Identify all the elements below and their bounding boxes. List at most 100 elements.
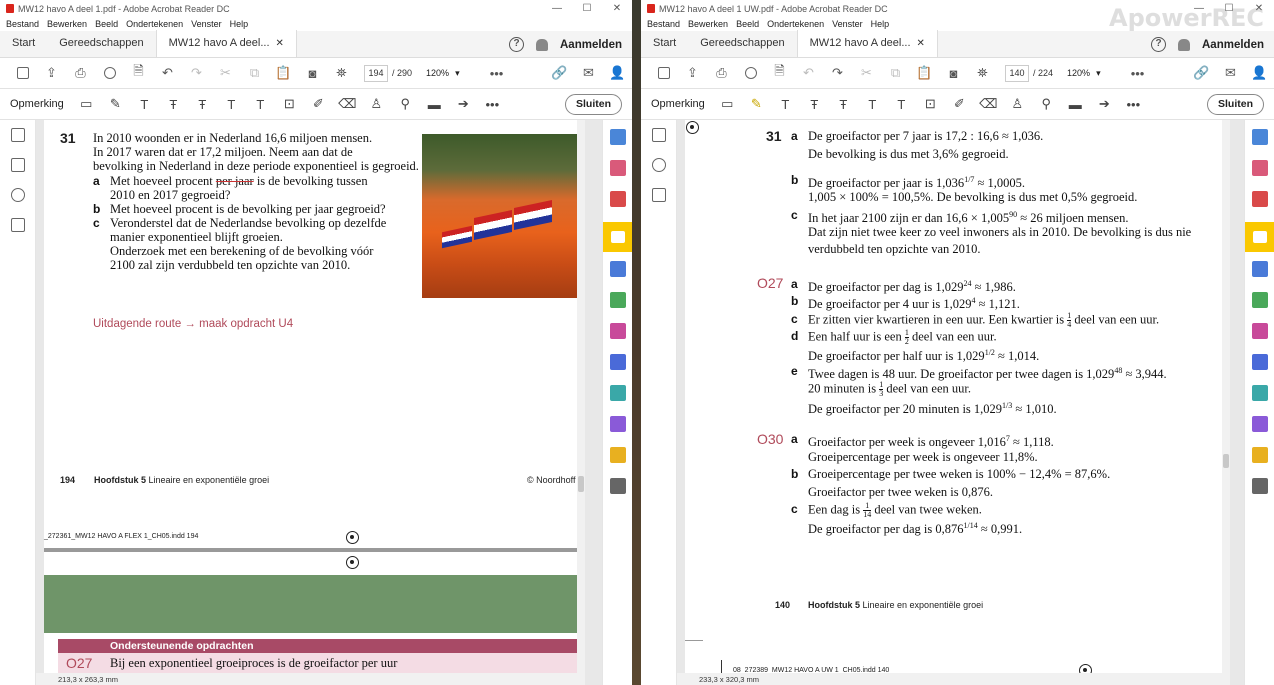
text-icon[interactable]: T xyxy=(771,94,800,114)
tab-tools[interactable]: Gereedschappen xyxy=(688,30,796,57)
save-icon[interactable] xyxy=(8,63,37,83)
paste-icon[interactable]: 📋 xyxy=(269,63,298,83)
link-icon[interactable]: 🔗 xyxy=(545,63,574,83)
mail-icon[interactable]: ✉ xyxy=(1216,63,1245,83)
compress-icon[interactable] xyxy=(609,385,626,401)
scroll-thumb[interactable] xyxy=(578,476,584,492)
maximize-icon[interactable]: ☐ xyxy=(1214,0,1244,17)
share-user-icon[interactable]: 👤 xyxy=(603,63,632,83)
menu-ondertekenen[interactable]: Ondertekenen xyxy=(126,19,183,29)
signin-button[interactable]: Aanmelden xyxy=(1202,39,1264,51)
eraser-icon[interactable]: ⌫ xyxy=(333,94,362,114)
menu-help[interactable]: Help xyxy=(871,19,890,29)
attach-icon[interactable]: ⚲ xyxy=(1032,94,1061,114)
bookmark-icon[interactable] xyxy=(10,158,25,172)
print-icon[interactable]: ⎙ xyxy=(66,63,95,83)
tab-document[interactable]: MW12 havo A deel... ✕ xyxy=(796,30,938,57)
cut-icon[interactable]: ✂ xyxy=(852,63,881,83)
layers-icon[interactable] xyxy=(651,188,666,202)
menu-ondertekenen[interactable]: Ondertekenen xyxy=(767,19,824,29)
more-icon[interactable]: ••• xyxy=(482,63,511,83)
sign-icon[interactable] xyxy=(1251,416,1268,432)
protect-icon[interactable] xyxy=(1251,354,1268,370)
copy-icon[interactable]: ⧉ xyxy=(881,63,910,83)
highlight-icon[interactable]: ✎ xyxy=(101,94,130,114)
right-vertical-scrollbar[interactable] xyxy=(1222,120,1230,685)
tab-start[interactable]: Start xyxy=(0,30,47,57)
copy-icon[interactable]: ⧉ xyxy=(240,63,269,83)
highlight-icon[interactable]: ✎ xyxy=(742,94,771,114)
replace-text-icon[interactable]: Ŧ xyxy=(188,94,217,114)
minimize-icon[interactable]: — xyxy=(1184,0,1214,17)
print-icon[interactable]: ⎙ xyxy=(707,63,736,83)
undo-icon[interactable]: ↶ xyxy=(794,63,823,83)
save-icon[interactable] xyxy=(649,63,678,83)
comment-tool-icon[interactable] xyxy=(603,222,632,252)
stamp-icon[interactable]: ♙ xyxy=(362,94,391,114)
more-icon[interactable]: ••• xyxy=(478,94,507,114)
strike-text-icon[interactable]: Ŧ xyxy=(159,94,188,114)
scan-icon[interactable] xyxy=(609,447,626,463)
tab-close-icon[interactable]: ✕ xyxy=(917,30,925,57)
more-icon[interactable]: ••• xyxy=(1119,94,1148,114)
excel-export-icon[interactable] xyxy=(609,292,626,308)
menu-bewerken[interactable]: Bewerken xyxy=(47,19,87,29)
typewriter-icon[interactable]: T xyxy=(887,94,916,114)
insert-text-icon[interactable]: T xyxy=(858,94,887,114)
file-search-icon[interactable]: 🗎 xyxy=(765,63,794,83)
more-tools-icon[interactable] xyxy=(609,478,626,494)
redo-icon[interactable]: ↷ xyxy=(823,63,852,83)
find-icon[interactable]: ⛯ xyxy=(327,63,356,83)
close-icon[interactable]: ✕ xyxy=(1244,0,1274,17)
tab-start[interactable]: Start xyxy=(641,30,688,57)
bell-icon[interactable] xyxy=(536,38,548,51)
menu-bestand[interactable]: Bestand xyxy=(647,19,680,29)
file-search-icon[interactable]: 🗎 xyxy=(124,63,153,83)
page-number-input[interactable]: 140 xyxy=(1005,64,1029,82)
tab-close-icon[interactable]: ✕ xyxy=(276,30,284,57)
close-comment-button[interactable]: Sluiten xyxy=(1206,94,1264,115)
pencil-icon[interactable]: ✐ xyxy=(945,94,974,114)
export-pdf-icon[interactable] xyxy=(609,129,626,145)
fill-sign-icon[interactable] xyxy=(609,323,626,339)
menu-bestand[interactable]: Bestand xyxy=(6,19,39,29)
compress-icon[interactable] xyxy=(1251,385,1268,401)
insert-text-icon[interactable]: T xyxy=(217,94,246,114)
create-pdf-icon[interactable] xyxy=(609,191,626,207)
tab-document[interactable]: MW12 havo A deel... ✕ xyxy=(155,30,297,57)
menu-bewerken[interactable]: Bewerken xyxy=(688,19,728,29)
pages-icon[interactable] xyxy=(651,128,666,142)
route-link[interactable]: Uitdagende route → maak opdracht U4 xyxy=(93,317,293,331)
export-pdf-icon[interactable] xyxy=(1251,129,1268,145)
tab-tools[interactable]: Gereedschappen xyxy=(47,30,155,57)
pages-icon[interactable] xyxy=(10,128,25,142)
search-icon[interactable] xyxy=(95,63,124,83)
close-icon[interactable]: ✕ xyxy=(602,0,632,17)
help-icon[interactable]: ? xyxy=(1151,37,1166,52)
close-comment-button[interactable]: Sluiten xyxy=(564,94,622,115)
find-icon[interactable]: ⛯ xyxy=(968,63,997,83)
menu-help[interactable]: Help xyxy=(230,19,249,29)
textbox-icon[interactable]: ⊡ xyxy=(275,94,304,114)
strike-text-icon[interactable]: Ŧ xyxy=(800,94,829,114)
snapshot-icon[interactable]: ◙ xyxy=(939,63,968,83)
layers-icon[interactable] xyxy=(10,218,25,232)
eraser-icon[interactable]: ⌫ xyxy=(974,94,1003,114)
menu-beeld[interactable]: Beeld xyxy=(95,19,118,29)
organize-icon[interactable] xyxy=(1251,160,1268,176)
maximize-icon[interactable]: ☐ xyxy=(572,0,602,17)
organize-icon[interactable] xyxy=(609,160,626,176)
zoom-select[interactable]: 120% ▾ xyxy=(1067,68,1123,79)
menu-venster[interactable]: Venster xyxy=(832,19,863,29)
line-icon[interactable]: ▬ xyxy=(1061,94,1090,114)
pencil-icon[interactable]: ✐ xyxy=(304,94,333,114)
protect-icon[interactable] xyxy=(609,354,626,370)
menu-beeld[interactable]: Beeld xyxy=(736,19,759,29)
more-icon[interactable]: ••• xyxy=(1123,63,1152,83)
upload-icon[interactable]: ⇪ xyxy=(37,63,66,83)
arrow-icon[interactable]: ➔ xyxy=(449,94,478,114)
menu-venster[interactable]: Venster xyxy=(191,19,222,29)
attachment-icon[interactable] xyxy=(10,188,25,202)
signin-button[interactable]: Aanmelden xyxy=(560,39,622,51)
typewriter-icon[interactable]: T xyxy=(246,94,275,114)
